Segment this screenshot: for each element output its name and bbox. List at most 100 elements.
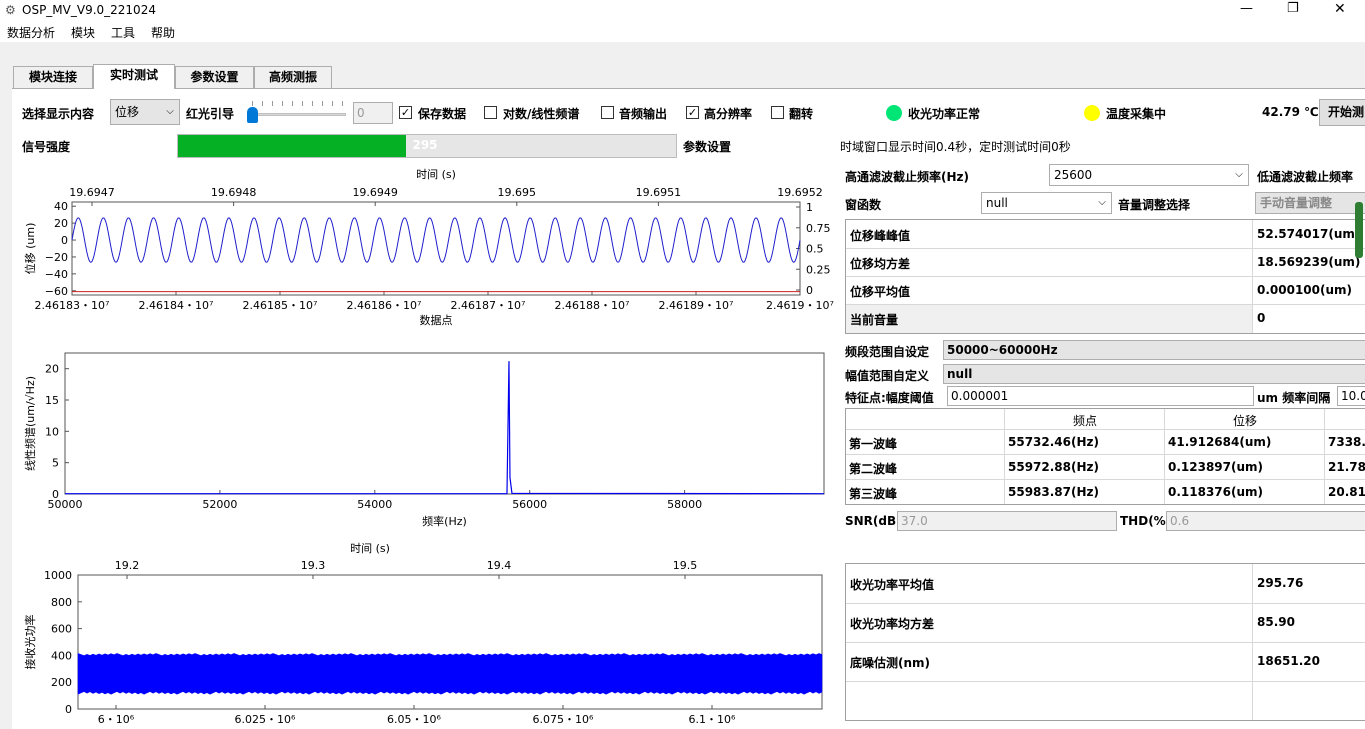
- start-button-label: 开始测: [1328, 105, 1365, 119]
- tab-hf-vibration[interactable]: 高频测振: [254, 66, 332, 88]
- x-tick-label: 54000: [357, 498, 392, 511]
- row-divider: [846, 642, 1365, 643]
- y2-tick-label: 0.25: [806, 263, 831, 276]
- log-linear-checkbox[interactable]: [484, 106, 497, 119]
- tab-module-connect[interactable]: 模块连接: [13, 66, 93, 88]
- flip-checkbox[interactable]: [771, 106, 784, 119]
- peak-freq: 55732.46(Hz): [1008, 435, 1100, 449]
- close-button[interactable]: ✕: [1334, 1, 1346, 17]
- amp-range-input[interactable]: null: [943, 364, 1365, 384]
- signal-strength-value: 295: [412, 138, 438, 152]
- stat-value: 0.000100(um): [1257, 283, 1353, 297]
- app-icon: ⚙: [5, 3, 16, 17]
- peak-disp: 0.118376(um): [1168, 485, 1264, 499]
- menu-module[interactable]: 模块: [71, 24, 95, 41]
- tab-param-settings[interactable]: 参数设置: [175, 66, 254, 88]
- x-tick-label: 2.46187・10⁷: [451, 299, 526, 312]
- x-tick-label: 6.025・10⁶: [235, 713, 296, 726]
- y-tick-label: 0: [65, 703, 72, 716]
- peaks-table: 频点 位移 第一波峰 55732.46(Hz) 41.912684(um) 73…: [845, 408, 1365, 505]
- x-tick-label: 6.05・10⁶: [387, 713, 441, 726]
- y-tick-label: −60: [45, 285, 68, 298]
- y2-tick-label: 0.75: [806, 222, 831, 235]
- row-divider: [846, 454, 1365, 455]
- title-bar: ⚙ OSP_MV_V9.0_221024 — ❐ ✕: [0, 0, 1365, 22]
- snr-value: 37.0: [897, 511, 1117, 531]
- thd-label: THD(%): [1120, 514, 1172, 528]
- peak-disp: 0.123897(um): [1168, 460, 1264, 474]
- peaks-header-freq: 频点: [1073, 414, 1098, 428]
- peaks-header-disp: 位移: [1233, 414, 1258, 428]
- peak-extra: 7338.4: [1328, 435, 1365, 449]
- red-guide-label: 红光引导: [186, 107, 235, 121]
- red-guide-slider[interactable]: [246, 101, 346, 125]
- x-axis-label: 频率(Hz): [422, 514, 467, 528]
- power-status-led: [886, 105, 902, 121]
- tab-realtime-test[interactable]: 实时测试: [93, 64, 175, 89]
- flip-label: 翻转: [789, 107, 814, 121]
- y2-tick-label: 0.5: [806, 243, 824, 256]
- lp-filter-label: 低通滤波截止频率: [1257, 170, 1354, 184]
- col-divider: [1164, 409, 1165, 504]
- save-data-label: 保存数据: [418, 107, 467, 121]
- y-tick-label: 1000: [44, 569, 72, 582]
- slider-handle[interactable]: [247, 107, 258, 123]
- band-range-input[interactable]: 50000~60000Hz: [943, 340, 1365, 360]
- x-tick-label: 52000: [202, 498, 237, 511]
- x-tick-label: 2.46188・10⁷: [555, 299, 630, 312]
- volume-mode-select[interactable]: 手动音量调整: [1255, 192, 1365, 214]
- red-guide-value: 0: [353, 102, 393, 124]
- stat-value: 0: [1257, 311, 1266, 325]
- y-tick-label: 800: [51, 596, 72, 609]
- menu-tools[interactable]: 工具: [111, 24, 135, 41]
- x-tick-label: 2.4619・10⁷: [766, 299, 834, 312]
- freq-interval-input[interactable]: 10.0: [1337, 386, 1365, 406]
- menu-data-analysis[interactable]: 数据分析: [7, 24, 55, 41]
- display-content-select[interactable]: 位移 ⌵: [110, 99, 180, 125]
- band-range-label: 频段范围自设定: [845, 345, 930, 359]
- hp-filter-value: 25600: [1054, 168, 1093, 182]
- minimize-button[interactable]: —: [1240, 1, 1253, 16]
- x-tick-label: 6・10⁶: [98, 713, 135, 726]
- window-func-select[interactable]: null ⌵: [981, 192, 1112, 214]
- window-func-label: 窗函数: [845, 198, 882, 212]
- x-tick-label: 2.46186・10⁷: [347, 299, 422, 312]
- high-res-checkbox[interactable]: ✓: [686, 106, 699, 119]
- y-axis-label: 线性频谱(um/√Hz): [23, 376, 37, 471]
- start-button[interactable]: 开始测: [1319, 99, 1365, 126]
- chevron-down-icon: ⌵: [166, 106, 174, 117]
- x2-tick-label: 19.4: [487, 559, 512, 572]
- stats-table: 位移峰峰值 52.574017(um) 位移均方差 18.569239(um) …: [845, 219, 1365, 334]
- y-tick-label: 5: [52, 457, 59, 470]
- y-tick-label: 400: [51, 649, 72, 662]
- stats-row-highlight: [846, 305, 1252, 333]
- feature-threshold-input[interactable]: 0.000001: [947, 386, 1254, 406]
- x-tick-label: 2.46183・10⁷: [35, 299, 110, 312]
- signal-strength-bar: 295: [177, 134, 677, 158]
- x2-tick-label: 19.2: [115, 559, 140, 572]
- power-status-label: 收光功率正常: [908, 107, 981, 121]
- scrollbar-thumb[interactable]: [1355, 202, 1363, 258]
- slider-ticks: [252, 101, 346, 106]
- volume-select-label: 音量调整选择: [1118, 198, 1191, 212]
- row-divider: [846, 276, 1365, 277]
- chevron-down-icon: ⌵: [1098, 197, 1106, 208]
- hp-filter-select[interactable]: 25600 ⌵: [1049, 164, 1249, 186]
- power-series: [77, 653, 823, 695]
- power-stat-label: 收光功率均方差: [850, 617, 935, 631]
- row-divider: [846, 479, 1365, 480]
- time-domain-chart: 时间 (s) 19.6947 19.6948 19.6949 19.695 19.6951…: [23, 168, 834, 327]
- audio-output-checkbox[interactable]: [601, 106, 614, 119]
- hp-filter-label: 高通滤波截止频率(Hz): [845, 170, 969, 184]
- audio-output-label: 音频输出: [619, 107, 668, 121]
- x2-tick-label: 19.6951: [636, 186, 682, 199]
- save-data-checkbox[interactable]: ✓: [399, 106, 412, 119]
- peak-extra: 21.786: [1328, 460, 1365, 474]
- peak-name: 第二波峰: [849, 462, 898, 476]
- maximize-button[interactable]: ❐: [1287, 1, 1299, 16]
- menu-help[interactable]: 帮助: [151, 24, 175, 41]
- x-tick-label: 2.46185・10⁷: [243, 299, 318, 312]
- x-axis-label: 数据点: [420, 313, 453, 327]
- y-tick-label: 15: [45, 394, 59, 407]
- y2-tick-label: 1: [806, 201, 813, 214]
